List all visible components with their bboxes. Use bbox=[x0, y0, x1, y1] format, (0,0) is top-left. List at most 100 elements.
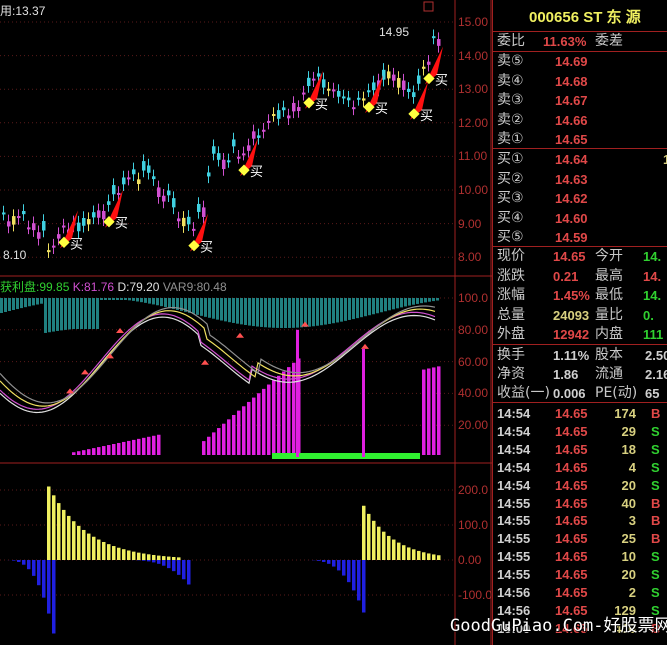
price-tick: 13.00 bbox=[458, 82, 489, 97]
var9-bar bbox=[247, 401, 251, 455]
candle bbox=[52, 245, 56, 248]
price-tick: 9.00 bbox=[458, 216, 482, 231]
candle bbox=[17, 216, 21, 219]
candle bbox=[257, 135, 261, 138]
var9-bar bbox=[112, 443, 116, 455]
buy-price: 14.60 bbox=[555, 210, 588, 226]
macd-pos-bar bbox=[437, 555, 441, 560]
profit-bar bbox=[368, 298, 371, 316]
candle bbox=[42, 221, 46, 231]
candle bbox=[292, 102, 296, 112]
var9-bar bbox=[82, 450, 86, 455]
stat-label: 量比 bbox=[595, 306, 623, 323]
macd-pos-bar bbox=[137, 552, 141, 560]
fin-value: 0.006 bbox=[553, 386, 586, 401]
profit-bar bbox=[332, 298, 335, 324]
price-tick: 8.00 bbox=[458, 250, 482, 265]
profit-bar bbox=[408, 298, 411, 306]
profit-bar bbox=[60, 298, 63, 331]
var9-bar bbox=[222, 423, 226, 455]
candle bbox=[302, 92, 306, 95]
candle bbox=[332, 89, 336, 92]
buy-label: 买 bbox=[70, 237, 83, 252]
profit-bar bbox=[328, 298, 331, 324]
var9-bar bbox=[87, 449, 91, 455]
macd-pos-bar bbox=[72, 521, 76, 560]
candle bbox=[437, 39, 441, 46]
profit-bar bbox=[4, 298, 7, 313]
trade-time: 14:54 bbox=[497, 441, 531, 457]
candle bbox=[307, 77, 311, 87]
sell-label: 卖③ bbox=[497, 92, 524, 108]
profit-bar bbox=[84, 298, 87, 329]
macd-neg-bar bbox=[47, 560, 51, 614]
profit-bar bbox=[128, 298, 131, 301]
var9-bar bbox=[217, 428, 221, 455]
macd-pos-bar bbox=[152, 554, 156, 560]
macd-pos-bar bbox=[157, 555, 161, 560]
kdj-tick: 60.00 bbox=[458, 354, 489, 369]
candle bbox=[397, 78, 401, 88]
var9-bar bbox=[257, 393, 261, 455]
candle bbox=[227, 160, 231, 163]
macd-neg-bar bbox=[187, 560, 191, 585]
macd-pos-bar bbox=[107, 544, 111, 560]
buy-label: 买 bbox=[375, 102, 388, 117]
profit-bar bbox=[160, 298, 163, 307]
profit-bar bbox=[148, 298, 151, 304]
chart-area[interactable]: 买买买买买买买买 bbox=[0, 0, 492, 645]
candle bbox=[177, 218, 181, 222]
trade-price: 14.65 bbox=[555, 567, 588, 583]
macd-pos-bar bbox=[87, 533, 91, 560]
profit-bar bbox=[344, 298, 347, 321]
candle bbox=[187, 216, 191, 225]
trade-price: 14.65 bbox=[555, 423, 588, 439]
var9-bar bbox=[122, 441, 126, 455]
trade-volume: 20 bbox=[621, 567, 636, 583]
buy-label: 买 bbox=[200, 241, 213, 256]
trade-side: S bbox=[651, 459, 660, 475]
macd-pos-bar bbox=[67, 515, 71, 560]
sell-label: 卖⑤ bbox=[497, 53, 524, 69]
macd-pos-bar bbox=[77, 525, 81, 560]
macd-pos-bar bbox=[47, 486, 51, 560]
buy-label: 买④ bbox=[497, 209, 524, 226]
var9-bar bbox=[277, 375, 281, 455]
macd-neg-bar bbox=[357, 560, 361, 601]
trade-volume: 2 bbox=[628, 585, 636, 600]
candle bbox=[87, 219, 91, 225]
macd-pos-bar bbox=[402, 545, 406, 560]
profit-bar bbox=[376, 298, 379, 314]
macd-neg-bar bbox=[27, 560, 31, 570]
profit-bar bbox=[436, 298, 439, 301]
macd-neg-bar bbox=[142, 560, 146, 561]
sell-label: 卖④ bbox=[497, 72, 524, 89]
weibi-value: 11.63% bbox=[543, 34, 587, 49]
profit-bar bbox=[392, 298, 395, 310]
candle bbox=[47, 250, 51, 253]
profit-bar bbox=[48, 298, 51, 333]
up-arrow-icon bbox=[361, 343, 369, 349]
candle bbox=[167, 190, 171, 196]
profit-bar bbox=[68, 298, 71, 330]
stat-label: 涨幅 bbox=[497, 287, 525, 303]
profit-bar bbox=[232, 298, 235, 323]
profit-bar bbox=[336, 298, 339, 323]
macd-neg-bar bbox=[32, 560, 36, 576]
stat-label: 总量 bbox=[497, 306, 525, 323]
profit-bar bbox=[364, 298, 367, 317]
candle bbox=[427, 61, 431, 65]
candle bbox=[102, 210, 106, 220]
profit-bar bbox=[272, 298, 275, 328]
indicator-legend: 获利盘:99.85 K:81.76 D:79.20 VAR9:80.48 bbox=[0, 279, 227, 296]
macd-neg-bar bbox=[182, 560, 186, 580]
green-bar bbox=[272, 453, 420, 459]
trade-volume: 25 bbox=[621, 531, 636, 547]
var9-bar bbox=[102, 446, 106, 455]
macd-tick: 0.00 bbox=[458, 553, 482, 567]
stat-value: 24093 bbox=[553, 307, 590, 323]
profit-bar bbox=[64, 298, 67, 330]
candle bbox=[22, 210, 26, 215]
candle bbox=[97, 210, 101, 218]
buy-label: 买⑤ bbox=[497, 229, 524, 245]
